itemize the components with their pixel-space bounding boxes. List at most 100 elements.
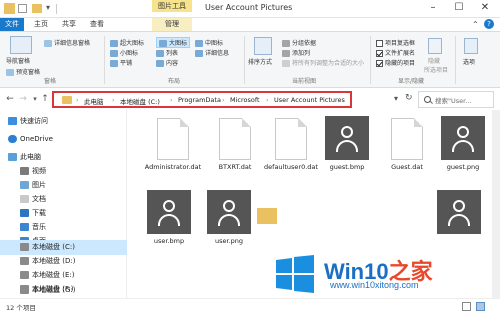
add-columns-button[interactable]: 添加列: [282, 48, 310, 57]
nav-item-pictures[interactable]: 图片: [0, 178, 127, 193]
layout-list[interactable]: 列表: [156, 48, 178, 57]
hide-selected-label: 隐藏: [428, 58, 441, 65]
chevron-right-icon[interactable]: ›: [222, 96, 225, 104]
tab-view[interactable]: 查看: [84, 18, 110, 31]
new-folder-icon[interactable]: [32, 4, 42, 13]
layout-large-icons[interactable]: 大图标: [156, 37, 191, 48]
layout-medium-icons[interactable]: 中图标: [195, 38, 223, 47]
tab-manage[interactable]: 管理: [152, 18, 192, 31]
tab-home[interactable]: 主页: [28, 18, 54, 31]
group-label-current-view: 当前视图: [292, 78, 317, 85]
sort-button[interactable]: 排序方式: [248, 57, 272, 66]
options-icon[interactable]: [464, 38, 478, 54]
chevron-right-icon[interactable]: ›: [112, 96, 115, 104]
address-dropdown-icon[interactable]: ▾: [394, 94, 398, 103]
checkbox[interactable]: [376, 60, 383, 67]
nav-item-local-disk-g[interactable]: 本地磁盘 (G:): [0, 284, 124, 297]
title-bar: ▾ 图片工具 User Account Pictures – ☐ ✕: [0, 0, 500, 18]
details-pane-label: 详细信息窗格: [54, 40, 91, 47]
hidden-items-toggle[interactable]: 隐藏的项目: [376, 58, 415, 67]
file-item-user-png[interactable]: user.png: [199, 190, 259, 245]
nav-item-this-pc[interactable]: 此电脑: [0, 150, 127, 165]
nav-item-onedrive[interactable]: OneDrive: [0, 132, 127, 147]
file-item-administrator-dat[interactable]: Administrator.dat: [143, 118, 203, 171]
nav-item-local-disk-d[interactable]: 本地磁盘 (D:): [0, 254, 127, 269]
file-item-guest-png[interactable]: guest.png: [433, 116, 493, 171]
breadcrumb-local-disk-c[interactable]: 本地磁盘 (C:): [120, 96, 160, 106]
breadcrumb-user-account-pictures[interactable]: User Account Pictures: [274, 96, 345, 104]
breadcrumb-programdata[interactable]: ProgramData: [178, 96, 221, 104]
document-icon: [20, 195, 29, 203]
search-box[interactable]: 搜索"User...: [418, 91, 494, 108]
layout-small-icons[interactable]: 小图标: [110, 48, 138, 57]
sort-icon[interactable]: [254, 37, 272, 55]
file-item-guest-bmp[interactable]: guest.bmp: [317, 116, 377, 171]
nav-item-music[interactable]: 音乐: [0, 220, 127, 235]
ribbon-collapse-icon[interactable]: ⌃: [472, 20, 479, 29]
vertical-scrollbar[interactable]: [492, 110, 500, 298]
ribbon-separator: [455, 36, 456, 84]
chevron-right-icon[interactable]: ›: [76, 96, 79, 104]
nav-item-label: 图片: [32, 181, 46, 189]
nav-item-quick-access[interactable]: 快速访问: [0, 114, 127, 129]
nav-item-label: 本地磁盘 (C:): [32, 243, 75, 251]
checkmark-icon[interactable]: [18, 4, 27, 13]
group-label-layout: 布局: [168, 78, 181, 85]
file-item-guest-dat[interactable]: Guest.dat: [377, 118, 437, 171]
download-icon: [20, 209, 29, 217]
file-extensions-toggle[interactable]: 文件扩展名: [376, 48, 415, 57]
up-arrow-icon[interactable]: ↑: [39, 93, 51, 105]
file-item-defaultuser0-dat[interactable]: defaultuser0.dat: [261, 118, 321, 171]
details-view-icon[interactable]: [462, 302, 471, 311]
partial-thumbnail[interactable]: [437, 190, 481, 234]
navigation-pane-icon[interactable]: [10, 36, 32, 54]
nav-item-videos[interactable]: 视频: [0, 164, 127, 179]
user-avatar-thumbnail: [147, 190, 191, 234]
group-by-button[interactable]: 分组依据: [282, 38, 316, 47]
ribbon-tabs: 文件 主页 共享 查看 管理 ⌃ ?: [0, 18, 500, 31]
minimize-button[interactable]: –: [420, 0, 446, 18]
forward-arrow-icon[interactable]: →: [17, 93, 29, 105]
breadcrumb-this-pc[interactable]: 此电脑: [84, 96, 104, 106]
file-name: guest.png: [446, 163, 480, 171]
details-pane-button[interactable]: 详细信息窗格: [44, 38, 90, 47]
layout-tiles[interactable]: 平铺: [110, 58, 132, 67]
options-button[interactable]: 选项: [463, 57, 475, 66]
file-name: Guest.dat: [391, 163, 423, 171]
close-button[interactable]: ✕: [472, 0, 498, 18]
file-item-btxrt-dat[interactable]: BTXRT.dat: [205, 118, 265, 171]
address-bar[interactable]: › 此电脑 › 本地磁盘 (C:) › ProgramData › Micros…: [52, 91, 352, 108]
item-checkboxes-toggle[interactable]: 项目复选框: [376, 38, 415, 47]
maximize-button[interactable]: ☐: [446, 0, 472, 18]
size-columns-button[interactable]: 将所有列调整为合适的大小: [282, 58, 364, 67]
chevron-right-icon[interactable]: ›: [170, 96, 173, 104]
breadcrumb-microsoft[interactable]: Microsoft: [230, 96, 260, 104]
folder-icon[interactable]: [257, 208, 277, 224]
nav-item-documents[interactable]: 文档: [0, 192, 127, 207]
layout-content[interactable]: 内容: [156, 58, 178, 67]
qa-dropdown-icon[interactable]: ▾: [46, 3, 50, 12]
large-icons-view-icon[interactable]: [476, 302, 485, 311]
checkbox[interactable]: [376, 40, 383, 47]
tab-share[interactable]: 共享: [56, 18, 82, 31]
checkbox[interactable]: [376, 50, 383, 57]
layout-details[interactable]: 详细信息: [195, 48, 229, 57]
navigation-pane-button[interactable]: 导航窗格: [6, 56, 30, 65]
preview-pane-button[interactable]: 预览窗格: [6, 67, 40, 76]
help-icon[interactable]: ?: [484, 19, 494, 29]
hide-selected-icon[interactable]: [428, 38, 442, 54]
tab-file[interactable]: 文件: [0, 18, 24, 31]
layout-extra-large-icons[interactable]: 超大图标: [110, 38, 144, 47]
nav-item-label: 本地磁盘 (D:): [32, 257, 76, 265]
chevron-right-icon[interactable]: ›: [266, 96, 269, 104]
document-icon: [219, 118, 251, 160]
back-arrow-icon[interactable]: ←: [4, 93, 16, 105]
nav-item-local-disk-e[interactable]: 本地磁盘 (E:): [0, 268, 127, 283]
nav-item-local-disk-c[interactable]: 本地磁盘 (C:): [0, 240, 127, 255]
nav-item-label: 文档: [32, 195, 46, 203]
star-icon: [8, 117, 17, 125]
picture-tools-label: 图片工具: [152, 0, 192, 12]
file-item-user-bmp[interactable]: user.bmp: [139, 190, 199, 245]
refresh-icon[interactable]: ↻: [405, 93, 413, 103]
nav-item-downloads[interactable]: 下载: [0, 206, 127, 221]
